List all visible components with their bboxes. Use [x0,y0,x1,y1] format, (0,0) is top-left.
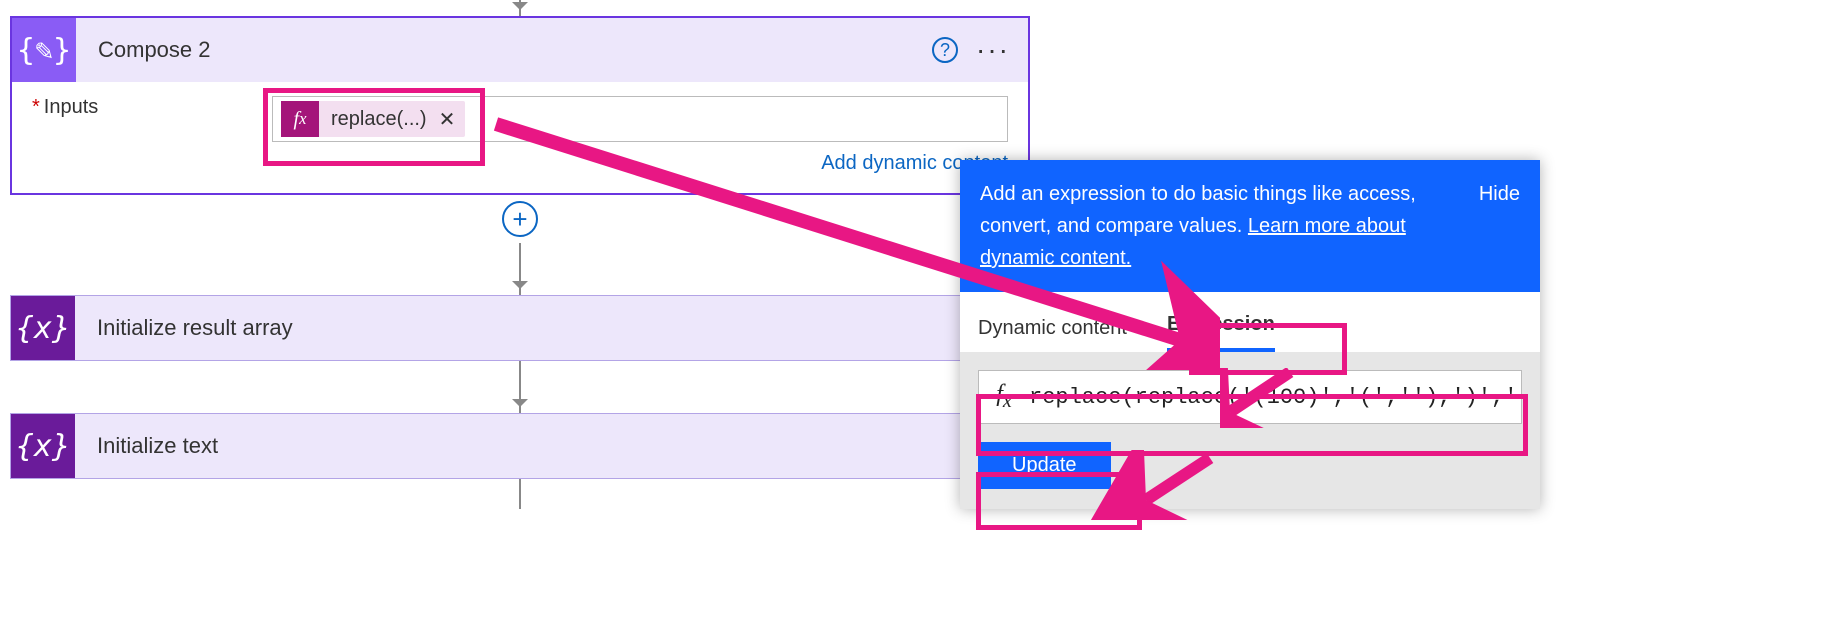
help-icon[interactable]: ? [932,37,958,63]
flow-canvas: {✎} Compose 2 ? ··· *Inputs fx replace(.… [10,0,1030,509]
popup-tabs: Dynamic content Expression [960,292,1540,352]
action-card-compose2[interactable]: {✎} Compose 2 ? ··· *Inputs fx replace(.… [10,16,1030,195]
variable-icon: {x} [11,414,75,478]
connector-arrow [519,361,521,413]
fx-icon: fx [979,381,1029,413]
inputs-label-text: Inputs [44,96,98,118]
inputs-field[interactable]: fx replace(...) ✕ [272,96,1008,142]
connector-arrow [519,0,521,16]
card-title: Compose 2 [98,37,932,63]
action-card-init-result-array[interactable]: {x} Initialize result array ? [10,295,1030,361]
variable-icon: {x} [11,296,75,360]
update-button[interactable]: Update [978,442,1111,489]
connector-arrow [519,243,521,295]
inputs-label: *Inputs [32,96,272,119]
tab-expression[interactable]: Expression [1167,313,1275,352]
action-card-init-text[interactable]: {x} Initialize text ? [10,413,1030,479]
tab-dynamic-content[interactable]: Dynamic content [978,317,1127,352]
card-title: Initialize result array [97,315,985,341]
required-mark: * [32,96,40,118]
card-body: *Inputs fx replace(...) ✕ Add dynamic co… [12,82,1028,193]
connector-arrow [519,479,521,509]
hide-link[interactable]: Hide [1479,178,1520,274]
remove-token-icon[interactable]: ✕ [437,107,466,132]
card-header[interactable]: {✎} Compose 2 ? ··· [12,18,1028,82]
add-dynamic-content-link[interactable]: Add dynamic content [32,152,1008,175]
expression-input[interactable]: replace(replace('(100)','(',''),')','') [1029,385,1521,410]
expression-token-text: replace(...) [319,108,437,131]
dynamic-content-popup: Add an expression to do basic things lik… [960,160,1540,509]
card-title: Initialize text [97,433,985,459]
expression-token[interactable]: fx replace(...) ✕ [281,101,465,137]
compose-icon: {✎} [12,18,76,82]
fx-icon: fx [281,101,319,137]
more-menu-icon[interactable]: ··· [976,44,1010,55]
expression-input-row[interactable]: fx replace(replace('(100)','(',''),')','… [978,370,1522,424]
popup-banner: Add an expression to do basic things lik… [960,160,1540,292]
add-step-button[interactable]: + [502,201,538,237]
